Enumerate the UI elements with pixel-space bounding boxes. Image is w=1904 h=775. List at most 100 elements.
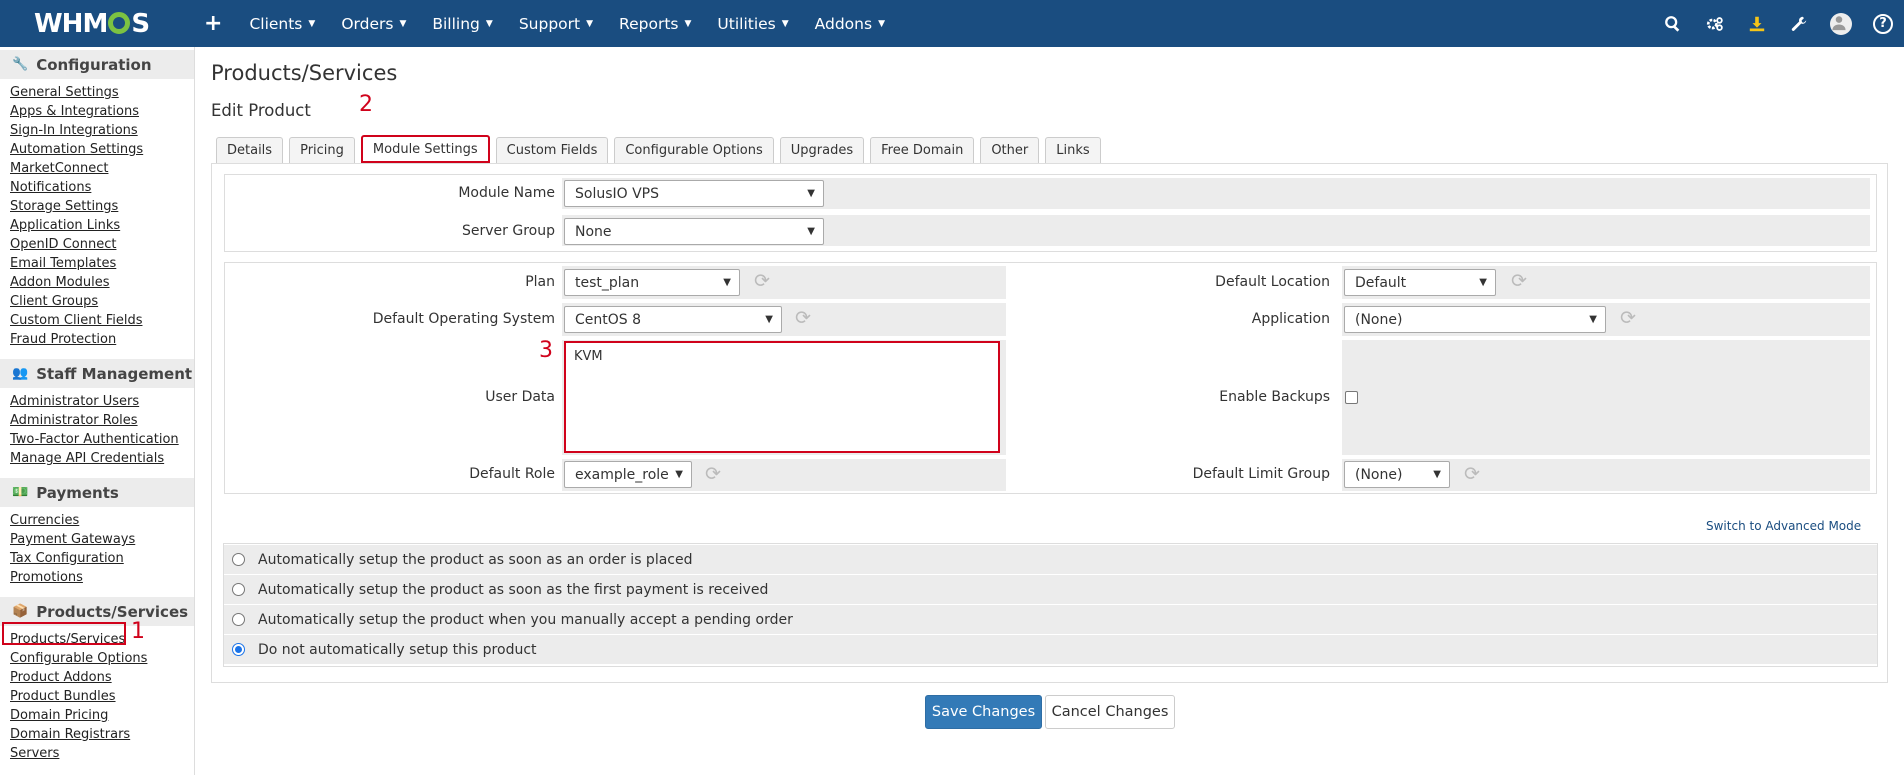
tab-pricing[interactable]: Pricing xyxy=(289,137,355,163)
tab-other[interactable]: Other xyxy=(980,137,1040,163)
setup-option-row[interactable]: Automatically setup the product as soon … xyxy=(224,545,1877,574)
sidebar-list-staff: Administrator Users Administrator Roles … xyxy=(0,388,194,476)
refresh-icon[interactable]: ⟳ xyxy=(793,308,813,328)
sidebar-link[interactable]: Apps & Integrations xyxy=(10,102,194,121)
chevron-down-icon: ▼ xyxy=(1589,314,1597,325)
sidebar-link[interactable]: Custom Client Fields xyxy=(10,311,194,330)
module-settings-group: Module Name SolusIO VPS ▼ Server Group No… xyxy=(224,174,1877,252)
enable-backups-checkbox[interactable] xyxy=(1345,391,1358,404)
server-group-select[interactable]: None ▼ xyxy=(564,218,824,245)
sidebar-link[interactable]: Manage API Credentials xyxy=(10,449,194,468)
page-title: Products/Services xyxy=(211,61,398,85)
application-label: Application xyxy=(1251,311,1330,327)
default-role-label: Default Role xyxy=(469,466,555,482)
sidebar-heading-staff-management: 👥 Staff Management xyxy=(0,359,194,388)
default-os-label: Default Operating System xyxy=(372,311,555,327)
sidebar-link[interactable]: Domain Registrars xyxy=(10,725,194,744)
refresh-icon[interactable]: ⟳ xyxy=(703,464,723,484)
sidebar-link[interactable]: Sign-In Integrations xyxy=(10,121,194,140)
tab-details[interactable]: Details xyxy=(216,137,284,163)
default-os-select[interactable]: CentOS 8 ▼ xyxy=(564,306,782,333)
sidebar-link[interactable]: Product Bundles xyxy=(10,687,194,706)
tab-configurable-options[interactable]: Configurable Options xyxy=(614,137,774,163)
product-options-group: Plan test_plan ▼ ⟳ Default Operating Syst… xyxy=(224,262,1877,494)
whmcs-logo[interactable]: WHM S xyxy=(0,0,200,47)
default-location-select[interactable]: Default ▼ xyxy=(1344,269,1496,296)
sidebar-link[interactable]: Email Templates xyxy=(10,254,194,273)
chevron-down-icon: ▼ xyxy=(723,277,731,288)
quick-add-button[interactable]: + xyxy=(200,11,236,36)
sidebar-link[interactable]: Client Groups xyxy=(10,292,194,311)
sidebar-link[interactable]: Notifications xyxy=(10,178,194,197)
user-data-label: User Data xyxy=(485,389,555,405)
sidebar-link[interactable]: Administrator Users xyxy=(10,392,194,411)
plan-select[interactable]: test_plan ▼ xyxy=(564,269,740,296)
sub-title: Edit Product xyxy=(211,101,311,120)
setup-option-radio[interactable] xyxy=(232,583,245,596)
setup-option-row[interactable]: Automatically setup the product when you… xyxy=(224,605,1877,634)
search-icon[interactable] xyxy=(1652,0,1694,47)
tab-free-domain[interactable]: Free Domain xyxy=(870,137,975,163)
tab-module-settings[interactable]: Module Settings xyxy=(360,135,490,163)
sidebar-link[interactable]: Product Addons xyxy=(10,668,194,687)
sidebar-link[interactable]: Two-Factor Authentication xyxy=(10,430,194,449)
sidebar-link[interactable]: Addon Modules xyxy=(10,273,194,292)
sidebar-link[interactable]: General Settings xyxy=(10,83,194,102)
nav-billing[interactable]: Billing ▼ xyxy=(419,0,505,47)
user-data-textarea[interactable]: KVM xyxy=(564,341,1000,453)
sidebar-link[interactable]: Fraud Protection xyxy=(10,330,194,349)
nav-addons[interactable]: Addons ▼ xyxy=(802,0,898,47)
default-role-select[interactable]: example_role ▼ xyxy=(564,461,692,488)
tab-links[interactable]: Links xyxy=(1045,137,1101,163)
enable-backups-label: Enable Backups xyxy=(1219,389,1330,405)
sidebar-link[interactable]: Administrator Roles xyxy=(10,411,194,430)
sidebar-link[interactable]: Promotions xyxy=(10,568,194,587)
help-icon[interactable]: ? xyxy=(1862,0,1904,47)
sidebar-link[interactable]: Tax Configuration xyxy=(10,549,194,568)
refresh-icon[interactable]: ⟳ xyxy=(1509,271,1529,291)
refresh-icon[interactable]: ⟳ xyxy=(1618,308,1638,328)
sidebar-link[interactable]: Application Links xyxy=(10,216,194,235)
nav-reports[interactable]: Reports ▼ xyxy=(606,0,704,47)
caret-down-icon: ▼ xyxy=(586,18,594,29)
sidebar-heading-configuration: 🔧 Configuration xyxy=(0,50,194,79)
setup-option-row[interactable]: Automatically setup the product as soon … xyxy=(224,575,1877,604)
sidebar-link[interactable]: Currencies xyxy=(10,511,194,530)
nav-utilities[interactable]: Utilities ▼ xyxy=(704,0,801,47)
caret-down-icon: ▼ xyxy=(781,18,789,29)
refresh-icon[interactable]: ⟳ xyxy=(1462,464,1482,484)
caret-down-icon: ▼ xyxy=(399,18,407,29)
refresh-icon[interactable]: ⟳ xyxy=(752,271,772,291)
wrench-icon[interactable] xyxy=(1778,0,1820,47)
setup-option-row[interactable]: Do not automatically setup this product xyxy=(224,635,1877,664)
sidebar-link[interactable]: Configurable Options xyxy=(10,649,194,668)
caret-down-icon: ▼ xyxy=(878,18,885,29)
save-changes-button[interactable]: Save Changes xyxy=(925,695,1042,729)
avatar-icon[interactable] xyxy=(1820,0,1862,47)
sidebar-link[interactable]: Storage Settings xyxy=(10,197,194,216)
switch-advanced-mode-link[interactable]: Switch to Advanced Mode xyxy=(1706,519,1861,533)
sidebar-link[interactable]: OpenID Connect xyxy=(10,235,194,254)
setup-option-radio[interactable] xyxy=(232,553,245,566)
application-select[interactable]: (None) ▼ xyxy=(1344,306,1606,333)
default-limit-group-select[interactable]: (None) ▼ xyxy=(1344,461,1450,488)
sidebar-link[interactable]: Servers xyxy=(10,744,194,763)
sidebar-link[interactable]: Payment Gateways xyxy=(10,530,194,549)
nav-clients[interactable]: Clients ▼ xyxy=(236,0,328,47)
module-name-label: Module Name xyxy=(458,185,555,201)
tab-custom-fields[interactable]: Custom Fields xyxy=(495,137,609,163)
module-name-select[interactable]: SolusIO VPS ▼ xyxy=(564,180,824,207)
nav-orders[interactable]: Orders ▼ xyxy=(328,0,419,47)
sidebar-link[interactable]: MarketConnect xyxy=(10,159,194,178)
download-icon[interactable] xyxy=(1736,0,1778,47)
tab-bar: Details Pricing Module Settings Custom F… xyxy=(216,135,1101,163)
setup-option-radio[interactable] xyxy=(232,613,245,626)
sidebar-link[interactable]: Automation Settings xyxy=(10,140,194,159)
tab-upgrades[interactable]: Upgrades xyxy=(779,137,865,163)
plan-label: Plan xyxy=(525,274,555,290)
cancel-changes-button[interactable]: Cancel Changes xyxy=(1045,695,1175,729)
sidebar-link[interactable]: Domain Pricing xyxy=(10,706,194,725)
setup-option-radio-selected[interactable] xyxy=(232,643,245,656)
nav-support[interactable]: Support ▼ xyxy=(506,0,606,47)
cogs-icon[interactable] xyxy=(1694,0,1736,47)
